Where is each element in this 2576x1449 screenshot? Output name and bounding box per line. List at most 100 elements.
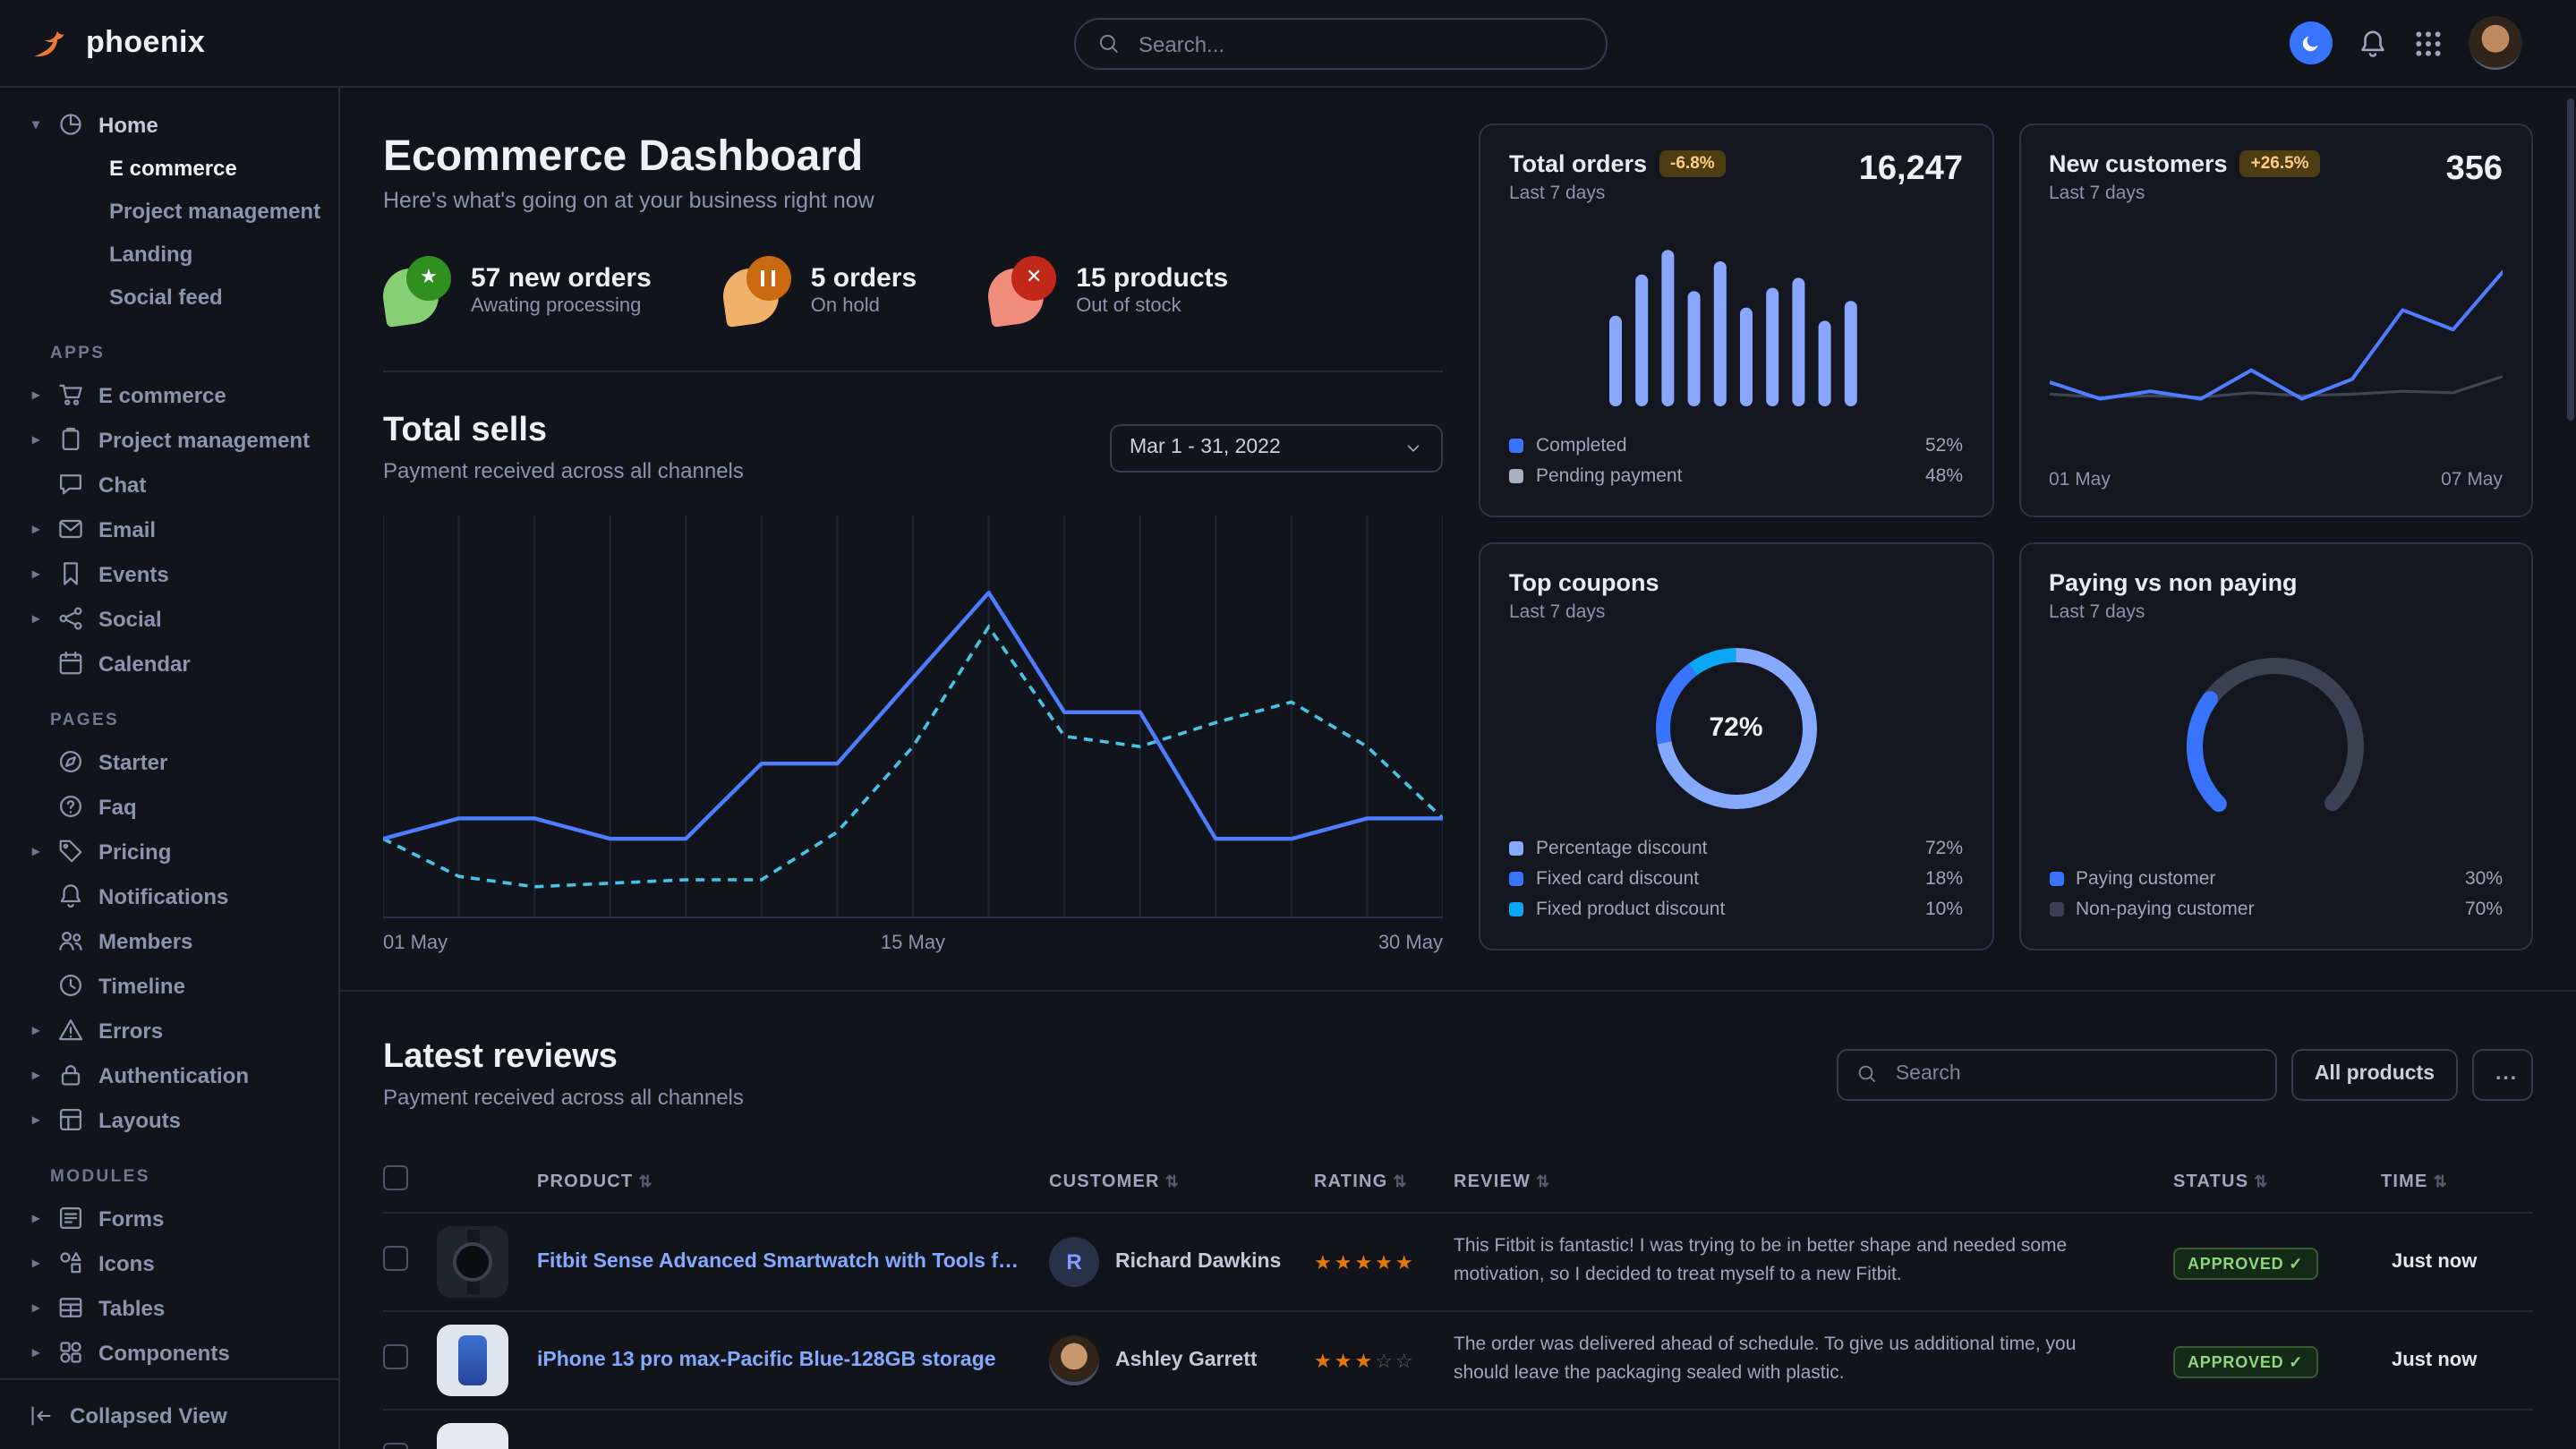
caret-icon: ▸ <box>32 843 50 859</box>
members-icon <box>57 927 84 954</box>
total-sells-chart <box>383 516 1443 918</box>
user-avatar[interactable] <box>2469 16 2522 70</box>
quick-stats: ★57 new ordersAwating processing5 orders… <box>383 256 1443 324</box>
stat-value: 5 orders <box>811 263 917 294</box>
x-axis-tick: 01 May <box>383 933 448 954</box>
collapse-icon <box>29 1402 54 1428</box>
column-header-customer[interactable]: CUSTOMER⇅ <box>1049 1172 1314 1192</box>
product-link[interactable]: Fitbit Sense Advanced Smartwatch with To… <box>537 1251 1049 1273</box>
card-top-coupons: Top coupons Last 7 days 72% Percentage <box>1479 542 1993 950</box>
total-sells-x-axis: 01 May15 May30 May <box>383 933 1443 954</box>
caret-icon: ▸ <box>32 1300 50 1316</box>
sidebar-item-timeline[interactable]: Timeline <box>0 963 338 1008</box>
global-search-input[interactable] <box>1135 30 1584 58</box>
sidebar-item-events[interactable]: ▸Events <box>0 551 338 596</box>
sidebar-item-social[interactable]: ▸Social <box>0 596 338 641</box>
pricing-icon <box>57 838 84 865</box>
product-link[interactable]: iPhone 13 pro max-Pacific Blue-128GB sto… <box>537 1350 1049 1371</box>
reviews-search[interactable] <box>1837 1048 2277 1100</box>
column-header-product[interactable]: PRODUCT⇅ <box>537 1172 1049 1192</box>
caret-icon: ▸ <box>32 1255 50 1271</box>
x-axis-tick: 07 May <box>2441 469 2503 490</box>
sidebar-item-faq[interactable]: Faq <box>0 784 338 829</box>
sidebar-item-tables[interactable]: ▸ Tables <box>0 1285 338 1330</box>
column-header-review[interactable]: REVIEW⇅ <box>1454 1172 2173 1192</box>
notifications-button[interactable] <box>2358 28 2388 58</box>
main-content: Ecommerce Dashboard Here's what's going … <box>340 88 2576 1449</box>
sidebar-item-label: Calendar <box>98 651 191 676</box>
global-search[interactable] <box>1074 18 1608 70</box>
product-image[interactable] <box>437 1325 508 1396</box>
legend-label: Pending payment <box>1536 465 1682 486</box>
more-options-button[interactable]: ... <box>2472 1048 2533 1100</box>
card-new-customers: New customers +26.5% Last 7 days 356 01 … <box>2018 124 2533 517</box>
column-header-time[interactable]: TIME⇅ <box>2381 1172 2533 1192</box>
product-image[interactable] <box>437 1226 508 1298</box>
sidebar-item-members[interactable]: Members <box>0 918 338 963</box>
sidebar-item-authentication[interactable]: ▸Authentication <box>0 1053 338 1097</box>
stat-caption: Out of stock <box>1076 295 1228 317</box>
sidebar-item-label: Errors <box>98 1018 163 1043</box>
quick-stat-out-of-stock: ✕15 productsOut of stock <box>988 256 1228 324</box>
sidebar-item-project-management[interactable]: ▸Project management <box>0 417 338 462</box>
sidebar-item-forms[interactable]: ▸Forms <box>0 1196 338 1240</box>
column-header-status[interactable]: STATUS⇅ <box>2173 1172 2381 1192</box>
sidebar-subitem-social-feed[interactable]: Social feed <box>0 276 338 319</box>
select-all-checkbox[interactable] <box>383 1165 408 1190</box>
sidebar-item-chat[interactable]: Chat <box>0 462 338 507</box>
phoenix-logo-icon <box>29 21 72 64</box>
card-total-orders: Total orders -6.8% Last 7 days 16,247 Co… <box>1479 124 1993 517</box>
stat-caption: Awating processing <box>471 295 652 317</box>
card-title: Total orders <box>1509 150 1647 177</box>
sidebar-item-calendar[interactable]: Calendar <box>0 641 338 686</box>
row-checkbox[interactable] <box>383 1245 408 1270</box>
scrollbar-thumb[interactable] <box>2567 98 2574 421</box>
bell-icon <box>2358 28 2388 58</box>
notifications-icon <box>57 882 84 909</box>
all-products-filter-button[interactable]: All products <box>2291 1048 2458 1100</box>
new-customers-line-chart <box>2049 204 2503 469</box>
brand-logo[interactable]: phoenix <box>29 21 340 64</box>
sidebar-item-label: Email <box>98 516 156 541</box>
date-range-value: Mar 1 - 31, 2022 <box>1130 437 1281 458</box>
sidebar-item-icons[interactable]: ▸Icons <box>0 1240 338 1285</box>
sidebar-item-email[interactable]: ▸Email <box>0 507 338 551</box>
legend-label: Paying customer <box>2076 867 2215 889</box>
product-image[interactable] <box>437 1423 508 1449</box>
date-range-select[interactable]: Mar 1 - 31, 2022 <box>1110 423 1443 472</box>
sidebar-item-label: Tables <box>98 1295 165 1320</box>
row-checkbox[interactable] <box>383 1442 408 1449</box>
customer-cell: RRichard Dawkins <box>1049 1237 1314 1287</box>
sidebar-item-pricing[interactable]: ▸Pricing <box>0 829 338 874</box>
row-checkbox[interactable] <box>383 1343 408 1368</box>
project-management-icon <box>57 426 84 453</box>
sidebar-item-home[interactable]: ▾Home <box>0 102 338 147</box>
caret-icon: ▸ <box>32 566 50 582</box>
reviews-search-input[interactable] <box>1892 1061 2257 1087</box>
apps-grid-button[interactable] <box>2413 28 2444 58</box>
sidebar-item-e-commerce[interactable]: ▸E commerce <box>0 372 338 417</box>
theme-toggle-button[interactable] <box>2290 21 2333 64</box>
stat-value: 15 products <box>1076 263 1228 294</box>
caret-icon: ▸ <box>32 1112 50 1128</box>
sidebar-item-notifications[interactable]: Notifications <box>0 874 338 918</box>
sidebar-subitem-landing[interactable]: Landing <box>0 233 338 276</box>
column-header-rating[interactable]: RATING⇅ <box>1314 1172 1454 1192</box>
sidebar-item-label: Layouts <box>98 1107 181 1132</box>
collapsed-view-toggle[interactable]: Collapsed View <box>0 1378 338 1449</box>
product-cell: Fitbit Sense Advanced Smartwatch with To… <box>537 1251 1049 1273</box>
sidebar-subitem-project-management[interactable]: Project management <box>0 190 338 233</box>
change-badge: -6.8% <box>1659 150 1726 177</box>
sidebar-item-errors[interactable]: ▸ Errors <box>0 1008 338 1053</box>
caret-icon: ▸ <box>32 1022 50 1038</box>
sidebar-item-layouts[interactable]: ▸ Layouts <box>0 1097 338 1142</box>
sidebar: ▾HomeE commerceProject managementLanding… <box>0 88 340 1449</box>
sidebar-item-components[interactable]: ▸Components <box>0 1330 338 1375</box>
time-cell: Just now <box>2381 1251 2533 1273</box>
sidebar-item-starter[interactable]: Starter <box>0 739 338 784</box>
legend-value: 52% <box>1925 434 1963 456</box>
paying-legend: Paying customer30%Non-paying customer70% <box>2049 863 2503 924</box>
sidebar-item-label: Components <box>98 1340 230 1365</box>
sidebar-subitem-e-commerce[interactable]: E commerce <box>0 147 338 190</box>
select-all-cell <box>383 1165 437 1199</box>
